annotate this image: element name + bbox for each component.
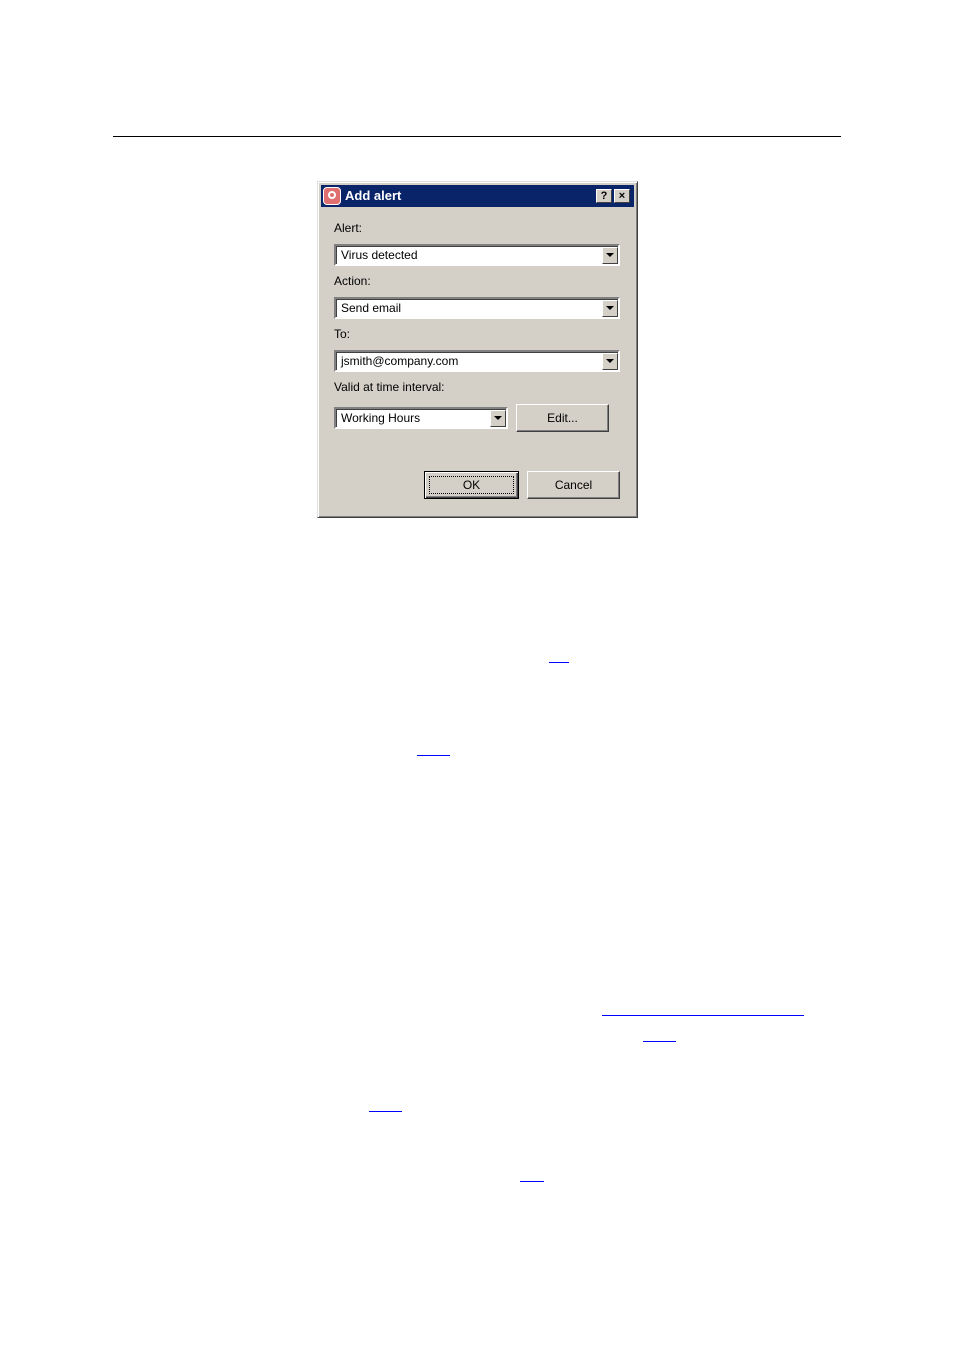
dialog-titlebar[interactable]: Add alert ? ×: [321, 185, 634, 207]
chevron-down-icon[interactable]: [602, 353, 618, 370]
to-select[interactable]: jsmith@company.com: [334, 350, 620, 372]
link-underline[interactable]: [369, 1111, 402, 1112]
chevron-down-icon[interactable]: [602, 247, 618, 264]
action-label: Action:: [334, 274, 371, 288]
to-label: To:: [334, 327, 351, 341]
action-select[interactable]: Send email: [334, 297, 620, 319]
link-underline[interactable]: [602, 1015, 804, 1016]
ok-button[interactable]: OK: [424, 471, 519, 499]
link-underline[interactable]: [520, 1181, 544, 1182]
link-underline[interactable]: [417, 755, 450, 756]
cancel-button[interactable]: Cancel: [527, 471, 620, 499]
cancel-button-label: Cancel: [554, 478, 593, 492]
add-alert-dialog: Add alert ? × Alert: Virus detected Acti…: [317, 181, 638, 518]
header-rule: [113, 136, 841, 137]
edit-button[interactable]: Edit...: [516, 404, 609, 432]
interval-select-value: Working Hours: [341, 411, 421, 425]
action-select-value: Send email: [341, 301, 402, 315]
alert-select-value: Virus detected: [341, 248, 418, 262]
help-button[interactable]: ?: [596, 189, 612, 203]
interval-select[interactable]: Working Hours: [334, 407, 508, 429]
ok-button-label: OK: [462, 478, 481, 492]
chevron-down-icon[interactable]: [602, 300, 618, 317]
edit-button-label: Edit...: [547, 411, 578, 425]
alert-label: Alert:: [334, 221, 363, 235]
chevron-down-icon[interactable]: [490, 410, 506, 427]
link-underline[interactable]: [549, 662, 569, 663]
link-underline[interactable]: [643, 1041, 676, 1042]
app-icon: [323, 187, 341, 205]
dialog-title: Add alert: [345, 188, 402, 203]
to-select-value: jsmith@company.com: [341, 354, 459, 368]
interval-label: Valid at time interval:: [334, 380, 445, 394]
close-button[interactable]: ×: [614, 189, 630, 203]
alert-select[interactable]: Virus detected: [334, 244, 620, 266]
